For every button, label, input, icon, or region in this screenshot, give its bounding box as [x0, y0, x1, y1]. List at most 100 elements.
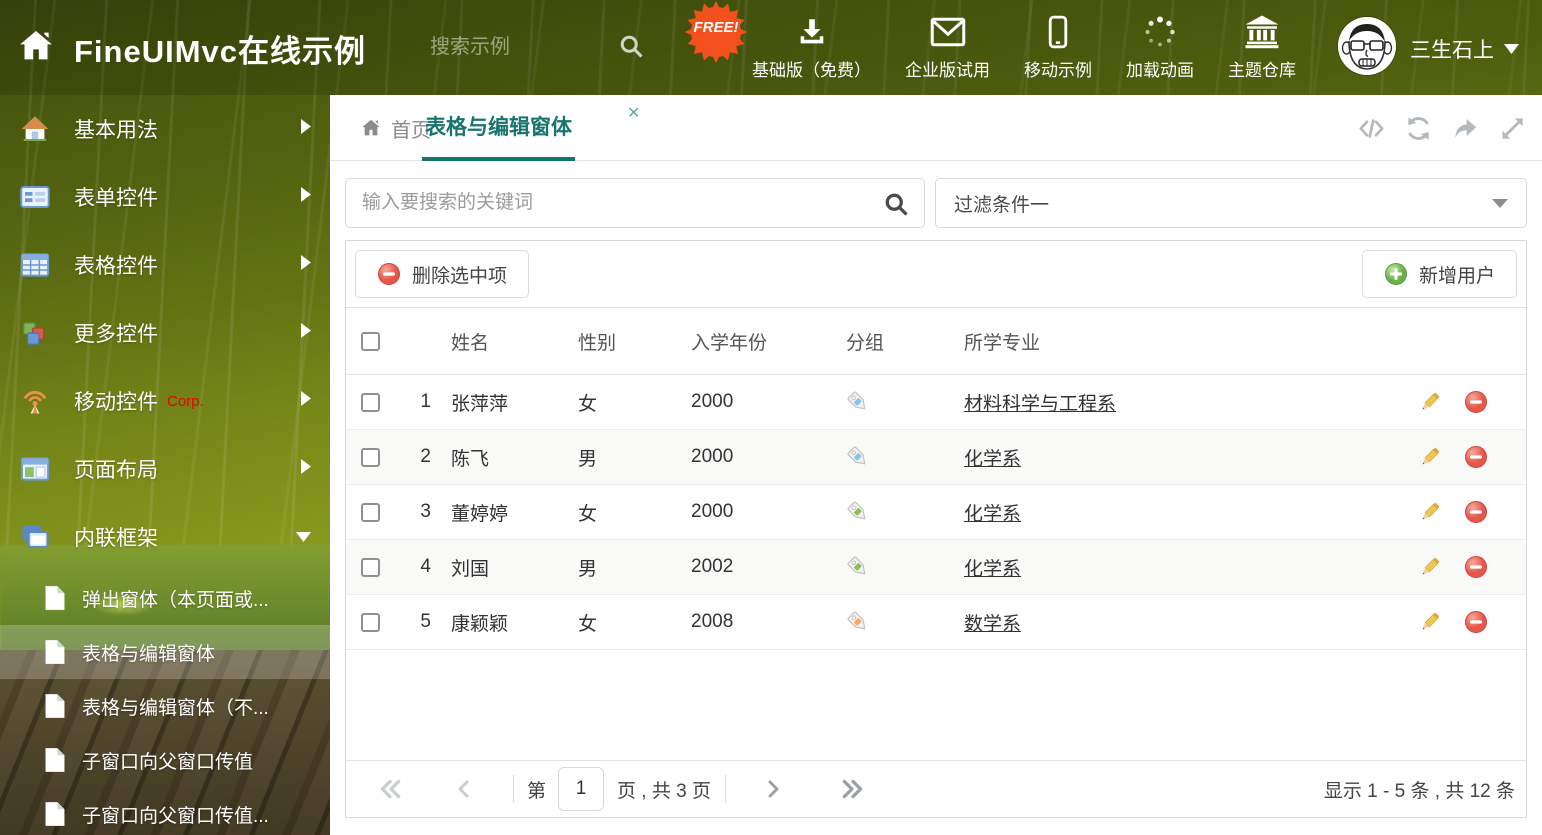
row-checkbox[interactable] — [361, 447, 380, 467]
expand-icon[interactable] — [1499, 115, 1526, 147]
edit-pencil-icon[interactable] — [1418, 390, 1442, 414]
page-prefix: 第 — [527, 780, 547, 802]
sidebar-item-page-layout[interactable]: 页面布局 — [0, 435, 330, 503]
row-number: 2 — [420, 446, 431, 467]
chevron-right-icon — [299, 253, 312, 277]
chevron-right-icon — [299, 321, 312, 345]
avatar[interactable] — [1338, 17, 1396, 75]
tab-grid-edit[interactable]: 表格与编辑窗体 — [422, 95, 575, 161]
cell-year: 2000 — [691, 446, 734, 467]
sidebar-subitem-child-to-parent[interactable]: 子窗口向父窗口传值 — [0, 733, 330, 787]
home-icon[interactable] — [16, 26, 56, 66]
sidebar-subitem-grid-edit-window-2[interactable]: 表格与编辑窗体（不... — [0, 679, 330, 733]
edit-pencil-icon[interactable] — [1418, 610, 1442, 634]
sidebar-item-mobile-controls[interactable]: 移动控件 Corp. — [0, 367, 330, 435]
column-header-gender[interactable]: 性别 — [576, 328, 691, 355]
table-header: 姓名 性别 入学年份 分组 所学专业 — [346, 308, 1526, 375]
search-icon[interactable] — [617, 32, 645, 65]
major-link[interactable]: 化学系 — [964, 559, 1021, 580]
major-link[interactable]: 材料科学与工程系 — [964, 394, 1116, 415]
filter-dropdown[interactable]: 过滤条件一 — [935, 178, 1527, 228]
column-header-name[interactable]: 姓名 — [431, 328, 576, 355]
delete-row-icon[interactable] — [1464, 500, 1488, 524]
major-link[interactable]: 数学系 — [964, 614, 1021, 635]
tag-icon-green[interactable] — [846, 555, 870, 579]
edit-pencil-icon[interactable] — [1418, 500, 1442, 524]
header-nav: 基础版（免费） 企业版试用 移动示例 加载动画 主题仓库 — [752, 13, 1330, 81]
sidebar-item-label: 内联框架 — [74, 527, 158, 550]
sidebar-subitem-popup-window[interactable]: 弹出窗体（本页面或... — [0, 571, 330, 625]
delete-row-icon[interactable] — [1464, 610, 1488, 634]
first-page-button[interactable] — [377, 776, 403, 802]
last-page-button[interactable] — [840, 776, 866, 802]
row-checkbox[interactable] — [361, 612, 380, 632]
delete-selected-button[interactable]: 删除选中项 — [355, 250, 530, 298]
refresh-icon[interactable] — [1405, 115, 1432, 147]
spinner-icon — [1143, 13, 1177, 51]
table-body: 1 张萍萍女 2000 材料科学与工程系 2 陈飞男 2000 化学系 3 董婷婷女 2000 化学系… — [346, 375, 1526, 650]
free-badge-label: FREE! — [693, 19, 739, 36]
column-header-group[interactable]: 分组 — [846, 328, 964, 355]
prev-page-button[interactable] — [452, 777, 476, 801]
sidebar-item-grid-controls[interactable]: 表格控件 — [0, 231, 330, 299]
sidebar-subitem-child-to-parent-2[interactable]: 子窗口向父窗口传值... — [0, 787, 330, 835]
major-link[interactable]: 化学系 — [964, 449, 1021, 470]
sidebar-item-inline-frame[interactable]: 内联框架 — [0, 503, 330, 571]
tag-icon-green[interactable] — [846, 500, 870, 524]
document-icon — [44, 693, 66, 719]
tag-icon-blue[interactable] — [846, 390, 870, 414]
sidebar-item-label: 表格控件 — [74, 255, 158, 278]
delete-row-icon[interactable] — [1464, 445, 1488, 469]
cell-name: 张萍萍 — [451, 393, 509, 415]
column-header-major[interactable]: 所学专业 — [964, 328, 1418, 355]
record-summary: 显示 1 - 5 条 , 共 12 条 — [1323, 780, 1515, 802]
row-checkbox[interactable] — [361, 557, 380, 577]
nav-item-theme[interactable]: 主题仓库 — [1228, 13, 1296, 81]
add-user-button[interactable]: 新增用户 — [1361, 250, 1517, 298]
column-header-year[interactable]: 入学年份 — [691, 328, 846, 355]
filter-row: 过滤条件一 — [345, 178, 1527, 228]
sidebar-item-label: 基本用法 — [74, 119, 158, 142]
delete-row-icon[interactable] — [1464, 390, 1488, 414]
source-code-icon[interactable] — [1358, 115, 1385, 147]
sidebar-subitem-label: 表格与编辑窗体 — [82, 643, 216, 665]
sidebar: 基本用法表单控件表格控件更多控件移动控件 Corp. 页面布局内联框架弹出窗体（本页… — [0, 95, 330, 835]
sidebar-subitem-grid-edit-window[interactable]: 表格与编辑窗体 — [0, 625, 330, 679]
cell-name: 董婷婷 — [451, 503, 509, 525]
document-icon — [44, 585, 66, 611]
share-icon[interactable] — [1452, 115, 1479, 147]
major-link[interactable]: 化学系 — [964, 504, 1021, 525]
sidebar-item-form-controls[interactable]: 表单控件 — [0, 163, 330, 231]
sidebar-item-more-controls[interactable]: 更多控件 — [0, 299, 330, 367]
next-page-button[interactable] — [761, 777, 785, 801]
user-menu[interactable]: 三生石上 — [1410, 34, 1519, 64]
delete-selected-label: 删除选中项 — [412, 265, 508, 287]
nav-item-label: 加载动画 — [1126, 61, 1194, 80]
keyword-search-input[interactable] — [346, 179, 924, 227]
select-all-checkbox[interactable] — [361, 331, 380, 351]
tab-home[interactable]: 首页 — [360, 95, 431, 161]
envelope-icon — [930, 13, 966, 51]
nav-item-mobile[interactable]: 移动示例 — [1024, 13, 1092, 81]
nav-item-enterprise[interactable]: 企业版试用 — [905, 13, 990, 81]
nav-item-basic[interactable]: 基础版（免费） — [752, 13, 871, 81]
header-search-input[interactable] — [430, 28, 600, 66]
sidebar-item-label: 更多控件 — [74, 323, 158, 346]
tag-icon-blue[interactable] — [846, 445, 870, 469]
sidebar-item-basic-usage[interactable]: 基本用法 — [0, 95, 330, 163]
search-icon[interactable] — [882, 190, 910, 223]
edit-pencil-icon[interactable] — [1418, 555, 1442, 579]
delete-row-icon[interactable] — [1464, 555, 1488, 579]
chevron-right-icon — [299, 185, 312, 209]
cell-gender: 女 — [578, 613, 598, 635]
edit-pencil-icon[interactable] — [1418, 445, 1442, 469]
document-icon — [44, 639, 66, 665]
page-number-input[interactable] — [558, 767, 605, 811]
row-checkbox[interactable] — [361, 392, 380, 412]
row-checkbox[interactable] — [361, 502, 380, 522]
tag-icon-orange[interactable] — [846, 610, 870, 634]
tab-grid-edit-label: 表格与编辑窗体 — [425, 116, 572, 139]
chevron-right-icon — [299, 389, 312, 413]
tab-close-icon[interactable]: ✕ — [627, 103, 640, 123]
nav-item-loading[interactable]: 加载动画 — [1126, 13, 1194, 81]
